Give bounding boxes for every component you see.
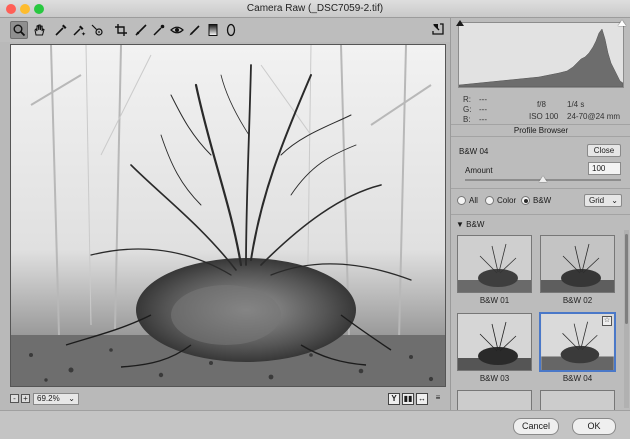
r-label: R: [463, 95, 471, 104]
zoom-level-value: 69.2% [37, 394, 60, 403]
divider [451, 136, 630, 137]
profile-thumbnail-label: B&W 02 [562, 296, 593, 305]
profile-group-name: B&W [466, 220, 485, 229]
straighten-icon[interactable] [132, 21, 150, 39]
zoom-out-button[interactable]: - [10, 394, 19, 403]
right-panel: R: --- G: --- B: --- f/8 1/4 s ISO 100 2… [450, 18, 630, 410]
dialog-button-bar: Cancel OK [0, 410, 630, 439]
chevron-down-icon: ⌄ [68, 394, 75, 403]
selected-profile-name: B&W 04 [459, 147, 489, 156]
hand-icon[interactable] [30, 21, 48, 39]
amount-slider-thumb[interactable] [539, 176, 547, 182]
adjustment-brush-icon[interactable] [186, 21, 204, 39]
favorite-star-icon[interactable]: ☆ [602, 316, 612, 326]
color-sampler-icon[interactable]: ✦ [70, 21, 88, 39]
spot-removal-icon[interactable] [150, 21, 168, 39]
profile-thumbnail-bw-02[interactable] [540, 235, 615, 293]
filter-all-label: All [469, 196, 478, 205]
triangle-down-icon: ▼ [456, 220, 467, 229]
view-mode-value: Grid [589, 196, 605, 205]
divider [451, 214, 630, 215]
b-value: --- [479, 115, 487, 124]
graduated-filter-icon[interactable] [204, 21, 222, 39]
toolbar: ✦ [0, 18, 450, 42]
r-value: --- [479, 95, 487, 104]
iso-value: ISO 100 [529, 112, 559, 121]
profile-thumbnail-partial[interactable] [540, 390, 615, 410]
swap-before-after-button[interactable]: ↔ [416, 393, 428, 405]
zoom-icon[interactable] [10, 21, 28, 39]
b-label: B: [463, 115, 471, 124]
profile-thumbnail-label: B&W 03 [479, 374, 510, 383]
close-profile-browser-button[interactable]: Close [587, 144, 621, 157]
divider [451, 188, 630, 189]
lens-value: 24-70@24 mm [567, 112, 621, 121]
canvas-status-bar: - + 69.2% ⌄ Y ▮▮ ↔ ≡ [0, 390, 450, 408]
view-settings-icon[interactable]: ≡ [432, 393, 444, 405]
g-value: --- [479, 105, 487, 114]
image-preview[interactable] [10, 44, 446, 387]
shutter-value: 1/4 s [567, 100, 585, 109]
zoom-in-button[interactable]: + [21, 394, 30, 403]
profile-thumbnail-partial[interactable] [457, 390, 532, 410]
filter-color-label: Color [497, 196, 517, 205]
profile-thumbnail-grid: B&W 01 B&W 02 B&W 03 ☆ B&W 04 [451, 230, 623, 410]
amount-label: Amount [465, 166, 493, 175]
view-mode-select[interactable]: Grid ⌄ [584, 194, 622, 207]
filter-color-radio[interactable] [485, 196, 494, 205]
export-icon[interactable] [431, 22, 445, 36]
red-eye-icon[interactable] [168, 21, 186, 39]
before-after-button[interactable]: ▮▮ [402, 393, 414, 405]
zoom-level-select[interactable]: 69.2% ⌄ [33, 393, 79, 405]
svg-text:✦: ✦ [81, 31, 86, 37]
toggle-view-y-button[interactable]: Y [388, 393, 400, 405]
cancel-button[interactable]: Cancel [513, 418, 559, 435]
g-label: G: [463, 105, 472, 114]
crop-icon[interactable] [112, 21, 130, 39]
scrollbar-thumb[interactable] [625, 234, 628, 324]
profile-thumbnail-bw-04[interactable]: ☆ [539, 312, 616, 372]
histogram [456, 20, 626, 88]
targeted-adjustment-icon[interactable] [88, 21, 106, 39]
amount-input[interactable]: 100 [588, 162, 621, 175]
white-balance-icon[interactable] [52, 21, 70, 39]
profile-thumbnail-label: B&W 01 [479, 296, 510, 305]
window-title: Camera Raw (_DSC7059-2.tif) [246, 3, 384, 14]
profile-group-header[interactable]: ▼ B&W [456, 220, 484, 229]
radial-filter-icon[interactable] [222, 21, 240, 39]
aperture-value: f/8 [537, 100, 546, 109]
chevron-down-icon: ⌄ [611, 196, 618, 205]
divider [451, 124, 630, 125]
profile-thumbnail-bw-03[interactable] [457, 313, 532, 371]
profile-browser-title: Profile Browser [513, 126, 569, 135]
title-bar: Camera Raw (_DSC7059-2.tif) [0, 0, 630, 18]
profile-thumbnail-label: B&W 04 [562, 374, 593, 383]
profile-thumbnail-bw-01[interactable] [457, 235, 532, 293]
photo-preview [11, 45, 445, 386]
filter-bw-radio[interactable] [521, 196, 530, 205]
filter-bw-label: B&W [533, 196, 552, 205]
ok-button[interactable]: OK [572, 418, 616, 435]
filter-all-radio[interactable] [457, 196, 466, 205]
